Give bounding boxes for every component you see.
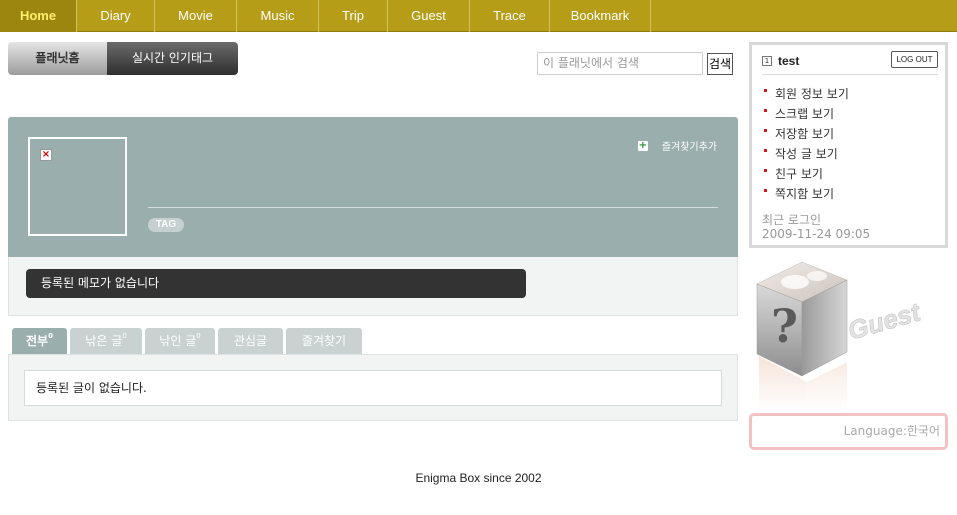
- language-box[interactable]: Language:한국어: [749, 413, 948, 450]
- memo-area: 등록된 메모가 없습니다: [8, 257, 738, 316]
- tab-all-count: 0: [48, 332, 53, 340]
- planet-home-tab[interactable]: 플래닛홈: [8, 42, 107, 75]
- tab-hooked-count: 0: [122, 332, 127, 340]
- memo-empty-message: 등록된 메모가 없습니다: [26, 269, 526, 298]
- tab-favorites[interactable]: 즐겨찾기: [286, 328, 362, 354]
- user-box: 1 test LOG OUT 회원 정보 보기 스크랩 보기 저장함 보기 작성…: [749, 42, 948, 248]
- trending-tags-tab[interactable]: 실시간 인기태그: [107, 42, 238, 75]
- user-menu: 회원 정보 보기 스크랩 보기 저장함 보기 작성 글 보기 친구 보기 쪽지함…: [764, 84, 849, 204]
- divider: [148, 207, 718, 208]
- broken-image-icon: ×: [40, 149, 52, 161]
- tab-caught-count: 0: [196, 332, 201, 340]
- top-nav: Home Diary Movie Music Trip Guest Trace …: [0, 0, 957, 32]
- question-mark-glyph: ?: [771, 299, 798, 353]
- nav-movie[interactable]: Movie: [155, 0, 237, 32]
- search-button[interactable]: 검색: [707, 53, 733, 75]
- planet-tabs: 플래닛홈 실시간 인기태그: [8, 42, 238, 75]
- tab-hooked-posts[interactable]: 낚은 글0: [70, 328, 142, 354]
- footer: Enigma Box since 2002: [415, 471, 542, 485]
- add-favorite-link[interactable]: + 즐겨찾기추가: [637, 138, 717, 153]
- level-icon: 1: [762, 56, 772, 66]
- tab-interest[interactable]: 관심글: [218, 328, 283, 354]
- nav-trace[interactable]: Trace: [470, 0, 550, 32]
- nav-bookmark[interactable]: Bookmark: [550, 0, 651, 32]
- tab-caught-posts[interactable]: 낚인 글0: [145, 328, 215, 354]
- tab-hooked-label: 낚은 글: [85, 334, 123, 348]
- nav-music[interactable]: Music: [237, 0, 319, 32]
- guest-art-text: Guest: [844, 296, 924, 346]
- tab-interest-label: 관심글: [233, 334, 268, 348]
- user-name: test: [778, 54, 800, 68]
- menu-my-posts[interactable]: 작성 글 보기: [764, 144, 849, 164]
- posts-empty-message: 등록된 글이 없습니다.: [24, 370, 722, 406]
- menu-friends[interactable]: 친구 보기: [764, 164, 849, 184]
- user-header: 1 test LOG OUT: [762, 51, 938, 75]
- tag-badge[interactable]: TAG: [148, 218, 184, 232]
- tab-favorites-label: 즐겨찾기: [301, 334, 347, 348]
- tab-all[interactable]: 전부0: [12, 328, 67, 354]
- search-input[interactable]: 이 플래닛에서 검색: [537, 52, 703, 75]
- posts-box: 등록된 글이 없습니다.: [8, 354, 738, 421]
- last-login-value: 2009-11-24 09:05: [762, 227, 871, 241]
- language-selector[interactable]: Language:한국어: [844, 422, 940, 439]
- menu-storage[interactable]: 저장함 보기: [764, 124, 849, 144]
- logout-button[interactable]: LOG OUT: [891, 51, 938, 68]
- nav-diary[interactable]: Diary: [77, 0, 155, 32]
- profile-panel: × + 즐겨찾기추가 TAG: [8, 117, 738, 257]
- nav-home[interactable]: Home: [0, 0, 77, 32]
- tab-caught-label: 낚인 글: [159, 334, 197, 348]
- menu-member-info[interactable]: 회원 정보 보기: [764, 84, 849, 104]
- add-favorite-label: 즐겨찾기추가: [661, 142, 717, 153]
- nav-trip[interactable]: Trip: [319, 0, 388, 32]
- last-login-label: 최근 로그인: [762, 213, 822, 227]
- guest-cube-image[interactable]: ? Guest: [747, 254, 937, 412]
- plus-icon: +: [637, 139, 648, 151]
- nav-guest[interactable]: Guest: [388, 0, 470, 32]
- menu-messages[interactable]: 쪽지함 보기: [764, 184, 849, 204]
- menu-scrap[interactable]: 스크랩 보기: [764, 104, 849, 124]
- post-tabs: 전부0 낚은 글0 낚인 글0 관심글 즐겨찾기: [12, 328, 362, 354]
- profile-photo: ×: [28, 137, 127, 236]
- tab-all-label: 전부: [26, 334, 49, 348]
